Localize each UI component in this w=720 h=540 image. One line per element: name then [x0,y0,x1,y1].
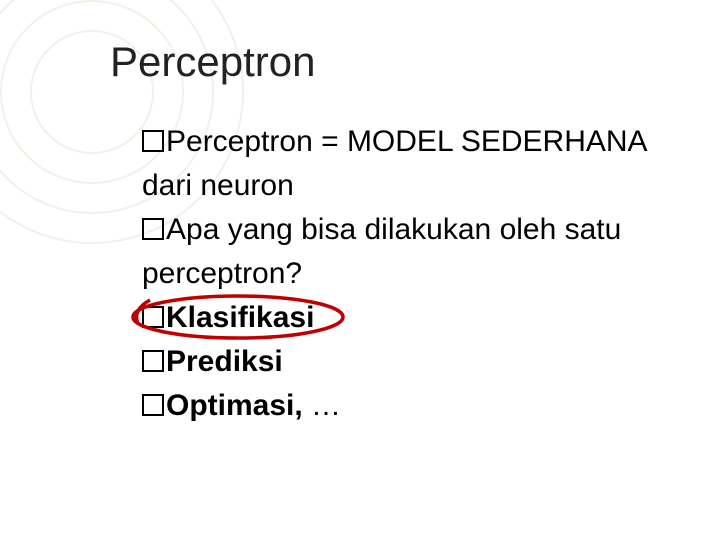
checkbox-icon [142,306,164,328]
bullet-prefix: Perceptron [166,125,313,158]
bullet-prefix: Optimasi, [166,389,311,422]
bullet-prefix: Apa [166,213,219,246]
bullet-item: Klasifikasi [142,296,660,340]
checkbox-icon [142,350,164,372]
checkbox-icon [142,130,164,152]
bullet-item: Prediksi [142,340,660,384]
checkbox-icon [142,218,164,240]
bullet-item: Optimasi, … [142,384,660,428]
bullet-prefix: Prediksi [166,345,283,378]
bullet-item: Apa yang bisa dilakukan oleh satu percep… [142,208,660,296]
checkbox-icon [142,394,164,416]
bullet-list: Perceptron = MODEL SEDERHANA dari neuron… [110,120,660,428]
slide: Perceptron Perceptron = MODEL SEDERHANA … [0,0,720,540]
bullet-item: Perceptron = MODEL SEDERHANA dari neuron [142,120,660,208]
slide-title: Perceptron [110,38,660,86]
bullet-rest: … [311,389,341,422]
bullet-prefix: Klasifikasi [166,301,314,334]
